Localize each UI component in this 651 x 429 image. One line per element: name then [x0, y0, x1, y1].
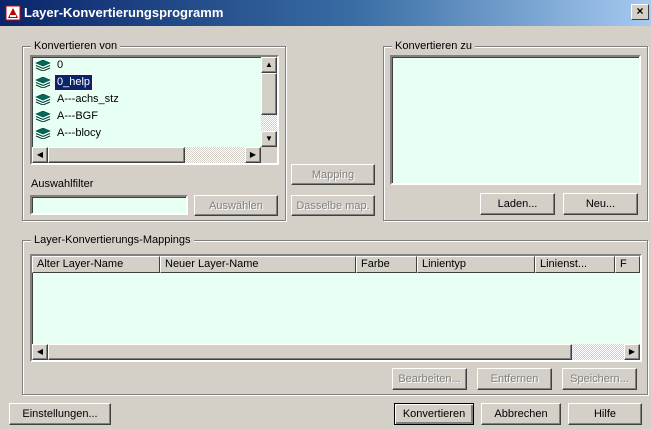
layer-name: A---blocy — [57, 127, 102, 139]
scroll-left-button[interactable]: ◀ — [32, 147, 48, 163]
save-button[interactable]: Speichern... — [562, 368, 637, 390]
convert-button[interactable]: Konvertieren — [394, 403, 474, 425]
layer-name: 0 — [57, 59, 64, 71]
layer-list-item[interactable]: 0 — [35, 58, 259, 73]
filter-input[interactable] — [30, 195, 188, 215]
column-header[interactable]: Linientyp — [417, 256, 535, 273]
title-bar[interactable]: Layer-Konvertierungsprogramm × — [0, 0, 651, 26]
column-header[interactable]: Alter Layer-Name — [32, 256, 160, 273]
column-header[interactable]: Neuer Layer-Name — [160, 256, 356, 273]
layer-app-icon — [5, 5, 21, 21]
window-title: Layer-Konvertierungsprogramm — [24, 5, 224, 20]
cancel-button[interactable]: Abbrechen — [481, 403, 561, 425]
mappings-legend: Layer-Konvertierungs-Mappings — [31, 234, 194, 247]
layer-name: A---BGF — [57, 110, 98, 122]
source-layer-list[interactable]: 0 0_help A---achs_stz A---BGF A---blocy ▲ ▼ … — [30, 55, 279, 165]
layer-list-item[interactable]: A---achs_stz — [35, 92, 259, 107]
layer-name: A---achs_stz — [57, 93, 119, 105]
settings-button[interactable]: Einstellungen... — [9, 403, 111, 425]
vertical-scroll-thumb[interactable] — [261, 73, 277, 115]
scroll-corner — [261, 147, 277, 163]
close-button[interactable]: × — [631, 4, 649, 20]
layer-list-item[interactable]: A---blocy — [35, 126, 259, 141]
help-button[interactable]: Hilfe — [568, 403, 642, 425]
column-header[interactable]: Farbe — [356, 256, 417, 273]
new-button[interactable]: Neu... — [563, 193, 638, 215]
scroll-right-button[interactable]: ▶ — [245, 147, 261, 163]
edit-button[interactable]: Bearbeiten... — [392, 368, 467, 390]
layer-stack-icon — [35, 111, 51, 122]
layer-stack-icon — [35, 60, 51, 71]
convert-to-legend: Konvertieren zu — [392, 40, 476, 53]
layer-stack-icon — [35, 94, 51, 105]
scroll-up-button[interactable]: ▲ — [261, 57, 277, 73]
layer-list-item[interactable]: A---BGF — [35, 109, 259, 124]
layer-name: 0_help — [53, 74, 94, 91]
select-button[interactable]: Auswählen — [194, 195, 278, 216]
same-map-button[interactable]: Dasselbe map. — [291, 195, 375, 216]
target-layer-list[interactable] — [390, 55, 641, 185]
mappings-table[interactable]: Alter Layer-Name Neuer Layer-Name Farbe Lin… — [30, 254, 642, 362]
load-button[interactable]: Laden... — [480, 193, 555, 215]
remove-button[interactable]: Entfernen — [477, 368, 552, 390]
scroll-down-button[interactable]: ▼ — [261, 131, 277, 147]
convert-from-legend: Konvertieren von — [31, 40, 121, 53]
layer-stack-icon — [35, 128, 51, 139]
layer-stack-icon — [35, 77, 51, 88]
column-header[interactable]: Linienst... — [535, 256, 615, 273]
mapping-button[interactable]: Mapping — [291, 164, 375, 185]
mappings-horizontal-scroll-thumb[interactable] — [48, 344, 572, 360]
filter-label: Auswahlfilter — [31, 178, 94, 190]
mappings-scroll-right-button[interactable]: ▶ — [624, 344, 640, 360]
column-header[interactable]: F — [615, 256, 640, 273]
mappings-scroll-left-button[interactable]: ◀ — [32, 344, 48, 360]
horizontal-scroll-thumb[interactable] — [48, 147, 185, 163]
layer-list-item[interactable]: 0_help — [35, 74, 259, 91]
